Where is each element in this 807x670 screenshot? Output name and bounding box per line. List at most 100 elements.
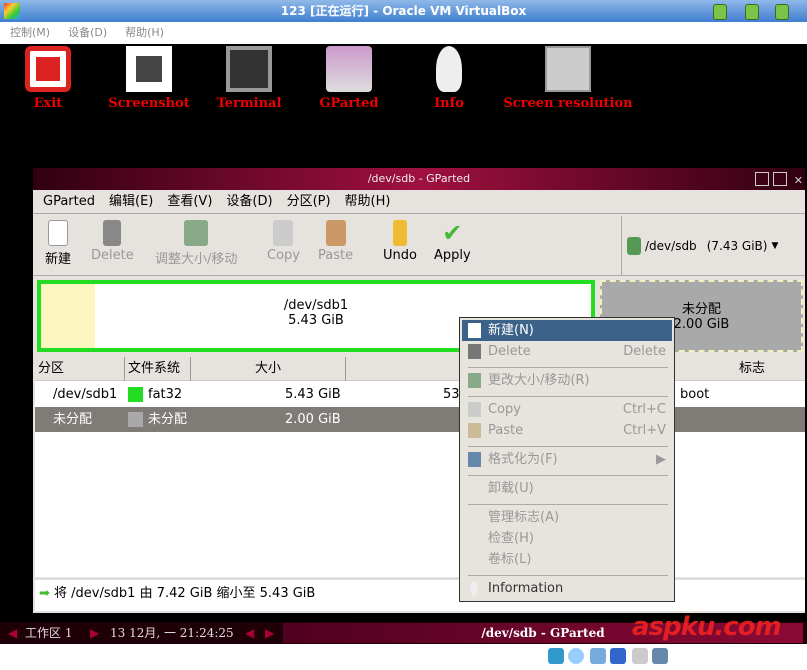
desktop-icon-info[interactable]: Info [399, 46, 499, 111]
copy-icon [468, 402, 481, 417]
workspace-label[interactable]: 工作区 1 [25, 622, 72, 644]
context-menu: 新建(N) Delete Delete 更改大小/移动(R) Copy Ctrl+C… [459, 317, 675, 602]
gp-minimize-button[interactable] [755, 172, 769, 186]
menu-gparted[interactable]: GParted [43, 190, 95, 213]
undo-button[interactable]: Undo [383, 220, 417, 263]
menu-item-check[interactable]: 检查(H) [462, 528, 672, 549]
col-partition[interactable]: 分区 [35, 357, 125, 381]
vt-icon[interactable] [652, 648, 668, 664]
taskbar-prev-button[interactable]: ◀ [245, 622, 254, 644]
minimize-button[interactable] [713, 4, 727, 20]
menu-item-resize-move[interactable]: 更改大小/移动(R) [462, 370, 672, 391]
disk-icon [627, 237, 641, 255]
label: 调整大小/移动 [155, 252, 238, 267]
power-icon [25, 46, 71, 92]
desktop-icon-gparted[interactable]: GParted [299, 46, 399, 111]
separator [468, 475, 668, 476]
partition-name: 未分配 [681, 302, 721, 317]
copy-icon [273, 220, 294, 246]
partition-name: /dev/sdb1 [283, 298, 349, 313]
vbox-statusbar [0, 644, 807, 670]
menu-view[interactable]: 查看(V) [167, 190, 212, 213]
menu-item-new[interactable]: 新建(N) [462, 320, 672, 341]
new-button[interactable]: 新建 [45, 220, 71, 267]
resize-move-button[interactable]: 调整大小/移动 [155, 220, 237, 267]
menu-item-information[interactable]: Information [462, 578, 672, 599]
label: Paste [318, 248, 354, 263]
cell-partition: /dev/sdb1 [53, 387, 118, 402]
cell-fs: fat32 [148, 387, 183, 402]
copy-button[interactable]: Copy [267, 220, 300, 263]
menu-help[interactable]: 帮助(H) [345, 190, 391, 213]
desktop-icon-screenshot[interactable]: Screenshot [99, 46, 199, 111]
gparted-window: /dev/sdb - GParted ✕ GParted 编辑(E) 查看(V)… [33, 168, 805, 613]
network-icon[interactable] [610, 648, 626, 664]
cell-flags: boot [680, 387, 710, 402]
table-row[interactable]: /dev/sdb1 fat32 5.43 GiB 53 boot [35, 382, 805, 407]
desktop-icon-screen-resolution[interactable]: Screen resolution [503, 46, 633, 111]
menu-edit[interactable]: 编辑(E) [109, 190, 153, 213]
resize-arrow-icon [184, 220, 209, 246]
menu-devices[interactable]: 设备(D) [68, 22, 107, 44]
desktop-icon-terminal[interactable]: Terminal [199, 46, 299, 111]
menu-item-unmount[interactable]: 卸载(U) [462, 478, 672, 499]
label: Apply [434, 248, 471, 263]
hdd-icon[interactable] [548, 648, 564, 664]
separator [468, 575, 668, 576]
menu-item-paste[interactable]: Paste Ctrl+V [462, 420, 672, 441]
paste-button[interactable]: Paste [318, 220, 353, 263]
label: 新建(N) [488, 323, 534, 338]
prev-workspace-button[interactable]: ◀ [8, 622, 17, 644]
menu-control[interactable]: 控制(M) [10, 22, 50, 44]
desktop-icon-exit[interactable]: Exit [0, 46, 98, 111]
label: Delete [488, 344, 531, 359]
shortcut: Delete [623, 344, 666, 359]
icon-label: GParted [319, 96, 379, 111]
menu-item-copy[interactable]: Copy Ctrl+C [462, 399, 672, 420]
cell-size: 5.43 GiB [285, 387, 341, 402]
menu-item-manage-flags[interactable]: 管理标志(A) [462, 507, 672, 528]
vbox-app-icon [4, 3, 20, 19]
table-row-selected[interactable]: 未分配 未分配 2.00 GiB [35, 407, 805, 432]
menu-partition[interactable]: 分区(P) [287, 190, 331, 213]
fs-color-swatch [128, 387, 143, 402]
separator [468, 396, 668, 397]
cd-icon[interactable] [568, 648, 584, 664]
new-file-icon [48, 220, 68, 246]
menu-item-delete[interactable]: Delete Delete [462, 341, 672, 362]
shared-folder-icon[interactable] [632, 648, 648, 664]
menu-help[interactable]: 帮助(H) [125, 22, 164, 44]
gp-close-button[interactable]: ✕ [794, 170, 803, 192]
gparted-icon [326, 46, 372, 92]
close-button[interactable] [775, 4, 789, 20]
separator [468, 446, 668, 447]
label: /dev/sdb - GParted [481, 626, 605, 640]
cell-used: 53 [443, 387, 460, 402]
menu-item-label[interactable]: 卷标(L) [462, 549, 672, 570]
resize-arrow-icon: ➡ [39, 586, 50, 601]
apply-button[interactable]: ✔ Apply [434, 220, 471, 263]
menu-device[interactable]: 设备(D) [226, 190, 272, 213]
delete-button[interactable]: Delete [91, 220, 134, 263]
taskbar-next-button[interactable]: ▶ [265, 622, 274, 644]
next-workspace-button[interactable]: ▶ [90, 622, 99, 644]
usb-icon[interactable] [590, 648, 606, 664]
label: 检查(H) [488, 531, 534, 546]
maximize-button[interactable] [745, 4, 759, 20]
device-selector[interactable]: /dev/sdb (7.43 GiB) ▼ [621, 216, 805, 276]
menu-item-format[interactable]: 格式化为(F) ▶ [462, 449, 672, 470]
icon-label: Info [434, 96, 464, 111]
fs-color-swatch [128, 412, 143, 427]
trash-icon [103, 220, 122, 246]
col-size[interactable]: 大小 [191, 357, 346, 381]
col-filesystem[interactable]: 文件系统 [125, 357, 191, 381]
label: 管理标志(A) [488, 510, 560, 525]
resize-arrow-icon [468, 373, 481, 388]
table-header: 分区 文件系统 大小 已用 标志 [35, 357, 805, 381]
terminal-icon [226, 46, 272, 92]
pending-operations: ➡ 将 /dev/sdb1 由 7.42 GiB 缩小至 5.43 GiB [35, 578, 805, 611]
gparted-title: /dev/sdb - GParted [367, 172, 471, 185]
partition-map: /dev/sdb1 5.43 GiB 未分配 2.00 GiB [37, 280, 803, 352]
camera-icon [126, 46, 172, 92]
gp-maximize-button[interactable] [773, 172, 787, 186]
